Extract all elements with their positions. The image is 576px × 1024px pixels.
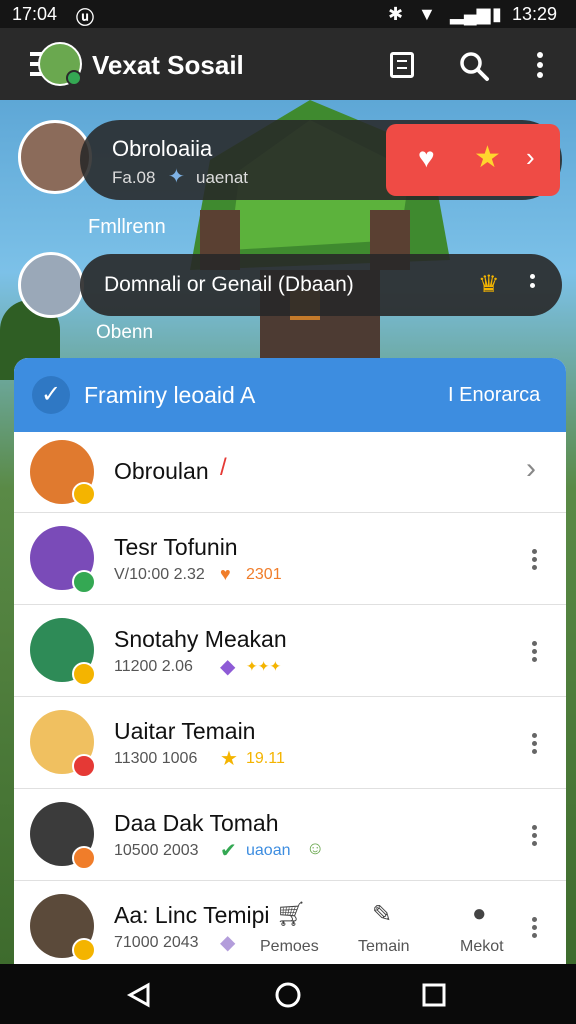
- status-badge-icon: [72, 754, 96, 778]
- star-icon[interactable]: ★: [474, 140, 501, 175]
- app-bar: Vexat Sosail: [0, 28, 576, 100]
- system-nav-bar: [0, 964, 576, 1024]
- nav-item-2[interactable]: Temain: [358, 938, 410, 956]
- mascot-icon: ☺: [306, 838, 325, 858]
- status-badge-icon: [72, 846, 96, 870]
- wifi-icon: ▼: [418, 4, 436, 24]
- more-vert-icon[interactable]: [532, 546, 538, 573]
- row-sub: 71000 2043: [114, 934, 199, 951]
- row-score: 19.11: [246, 750, 285, 767]
- home-icon[interactable]: [274, 981, 302, 1009]
- more-vert-icon[interactable]: [532, 914, 538, 941]
- list-item[interactable]: Obroulan / ›: [14, 432, 566, 513]
- row-name: Uaitar Temain: [114, 718, 256, 744]
- check-badge-icon: [72, 570, 96, 594]
- recents-icon[interactable]: [422, 983, 446, 1007]
- check-badge-icon: [72, 938, 96, 962]
- bubble1-sub-b: uaenat: [196, 168, 248, 187]
- more-vert-icon[interactable]: [532, 822, 538, 849]
- list-item[interactable]: Uaitar Temain 11300 1006 ★ 19.11: [14, 696, 566, 789]
- bubble1-title: Obroloaiia: [112, 136, 213, 161]
- check-badge-icon: [72, 482, 96, 506]
- row-sub: 10500 2003: [114, 842, 199, 859]
- list-item[interactable]: Tesr Tofunin V/10:00 2.32 ♥ 2301: [14, 512, 566, 605]
- edit-icon[interactable]: ✎: [372, 900, 392, 929]
- check-icon[interactable]: ✓: [32, 376, 70, 414]
- heart-icon[interactable]: ♥: [418, 142, 435, 174]
- document-icon[interactable]: [390, 52, 414, 78]
- chevron-right-icon[interactable]: ›: [526, 142, 535, 173]
- list-item[interactable]: Daa Dak Tomah 10500 2003 ✔ uaoan ☺: [14, 788, 566, 881]
- row-sub: V/10:00 2.32: [114, 566, 205, 583]
- heart-icon: ♥: [220, 564, 231, 584]
- row-score: ✦✦✦: [246, 658, 282, 674]
- card-header-action[interactable]: I Enorarca: [448, 384, 540, 407]
- row-name: Tesr Tofunin: [114, 534, 238, 560]
- status-bar: 17:04 ⓤ ✱ ▼ ▂▄▆ ▮ 13:29: [0, 0, 576, 28]
- cart-icon[interactable]: 🛒︎: [276, 900, 306, 929]
- nav-item-3[interactable]: Mekot: [460, 938, 504, 956]
- search-icon[interactable]: [458, 50, 490, 82]
- bluetooth-icon: ✱: [388, 4, 404, 24]
- reaction-box[interactable]: ♥ ★ ›: [386, 124, 560, 196]
- status-notification-icon: ⓤ: [76, 8, 94, 28]
- row-name: Obroulan: [114, 458, 209, 484]
- contact-card: ✓ Framiny leoaid A I Enorarca Obroulan /…: [14, 358, 566, 964]
- avatar-bubble2[interactable]: [18, 252, 84, 318]
- gem-icon: ◆: [220, 932, 236, 954]
- row-name: Daa Dak Tomah: [114, 810, 279, 836]
- more-vert-icon[interactable]: [532, 638, 538, 665]
- status-time-right: 13:29: [512, 4, 558, 24]
- more-vert-icon[interactable]: [532, 730, 538, 757]
- crown-icon: ♛: [478, 271, 500, 298]
- list-item[interactable]: Snotahy Meakan 11200 2.06 ◆ ✦✦✦: [14, 604, 566, 697]
- row-name: Snotahy Meakan: [114, 626, 287, 652]
- row-score: 2301: [246, 566, 282, 583]
- bubble1-sub-a: Fa.08: [112, 168, 156, 187]
- status-time-left: 17:04: [12, 4, 58, 24]
- card-header: ✓ Framiny leoaid A I Enorarca: [14, 358, 566, 432]
- check-icon: ✔: [220, 840, 237, 862]
- more-vert-icon[interactable]: [530, 274, 536, 288]
- card-header-title: Framiny leoaid A: [84, 382, 256, 408]
- app-title: Vexat Sosail: [92, 50, 244, 80]
- under-bubble2-label: Obenn: [96, 322, 154, 343]
- row-score: uaoan: [246, 842, 291, 859]
- list-item[interactable]: Aa: Linc Temipi 71000 2043 ◆ 🛒︎ Pemoes ✎…: [14, 880, 566, 964]
- person-icon[interactable]: ●: [472, 900, 487, 928]
- battery-icon: ▮: [492, 4, 502, 24]
- profile-avatar[interactable]: [38, 42, 82, 86]
- row-sub: 11300 1006: [114, 750, 198, 767]
- pencil-icon: /: [220, 454, 227, 481]
- chevron-right-icon[interactable]: ›: [526, 452, 536, 486]
- check-badge-icon: [72, 662, 96, 686]
- row-sub: 11200 2.06: [114, 658, 193, 675]
- signal-icon: ▂▄▆: [450, 4, 491, 24]
- chat-bubble-2[interactable]: Domnali or Genail (Dbaan) ♛: [80, 254, 562, 316]
- star-icon: ★: [220, 748, 238, 770]
- nav-item-1[interactable]: Pemoes: [260, 938, 319, 956]
- more-vert-icon[interactable]: [537, 52, 543, 78]
- under-bubble1-label: Fmllrenn: [88, 216, 166, 238]
- row-name: Aa: Linc Temipi: [114, 902, 270, 928]
- gem-icon: ◆: [220, 656, 236, 678]
- sparkle-icon: ✦: [168, 166, 185, 188]
- bubble2-text: Domnali or Genail (Dbaan): [104, 273, 354, 296]
- back-icon[interactable]: [126, 982, 152, 1008]
